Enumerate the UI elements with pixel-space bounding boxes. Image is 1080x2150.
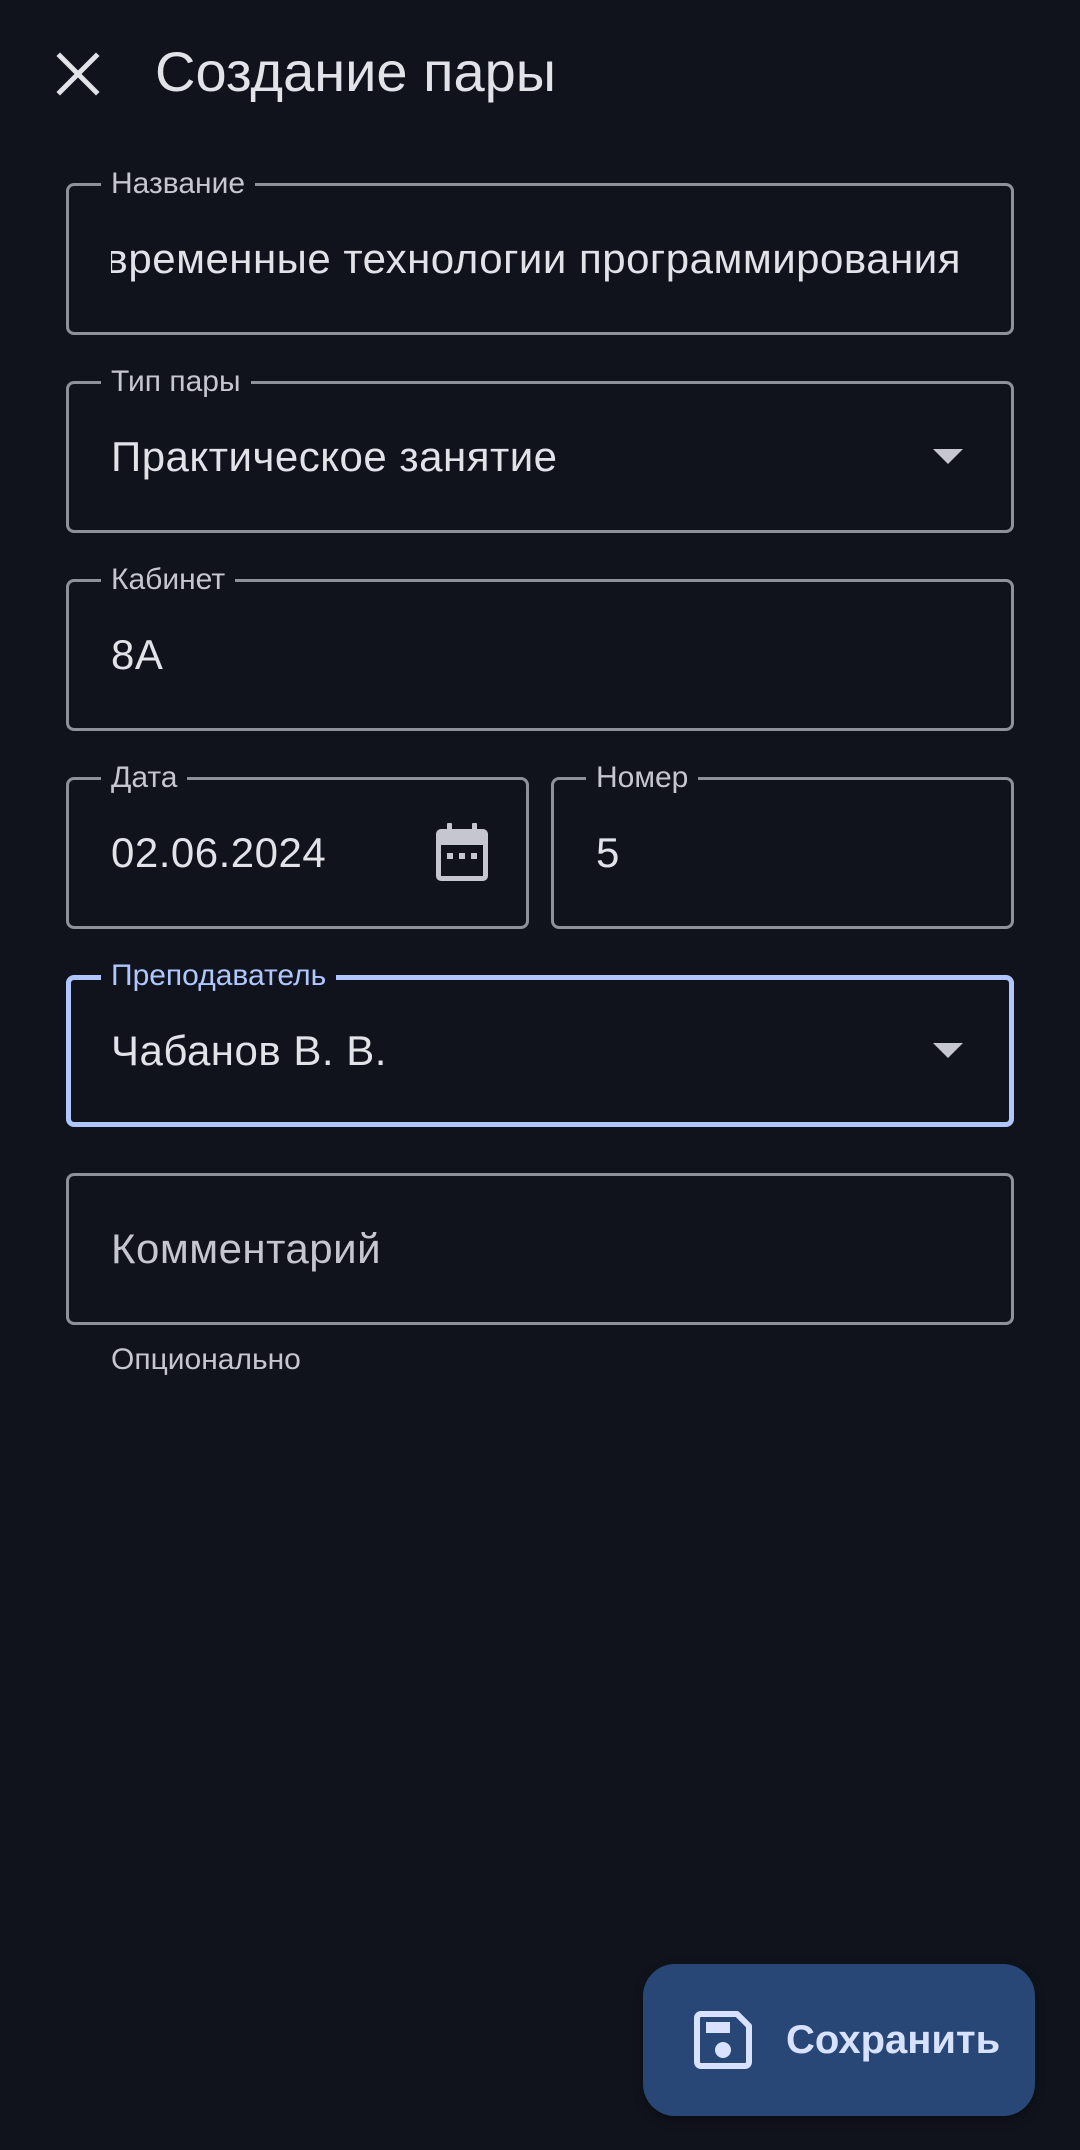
date-field-label: Дата [101, 758, 188, 798]
close-icon [56, 52, 100, 96]
room-input-value[interactable]: 8А [111, 629, 163, 681]
number-input-value[interactable]: 5 [596, 827, 620, 879]
name-field[interactable]: Название Современные технологии программ… [66, 164, 1014, 335]
pair-type-value: Практическое занятие [111, 433, 558, 480]
calendar-icon[interactable] [434, 823, 490, 883]
save-button-label: Сохранить [786, 2018, 1001, 2062]
room-field[interactable]: Кабинет 8А [66, 560, 1014, 731]
dropdown-arrow-icon[interactable] [933, 1043, 963, 1058]
comment-field[interactable]: Комментарий [66, 1173, 1014, 1325]
number-field[interactable]: Номер 5 [551, 758, 1014, 929]
save-button[interactable]: Сохранить [643, 1964, 1035, 2116]
comment-supporting-text: Опционально [111, 1343, 301, 1376]
pair-type-label: Тип пары [101, 362, 251, 402]
dropdown-arrow-icon[interactable] [933, 449, 963, 464]
top-app-bar: Создание пары [0, 0, 1080, 150]
comment-placeholder[interactable]: Комментарий [111, 1223, 381, 1275]
room-field-label: Кабинет [101, 560, 236, 600]
teacher-value: Чабанов В. В. [111, 1027, 387, 1074]
teacher-select[interactable]: Преподаватель Чабанов В. В. [66, 956, 1014, 1127]
teacher-label: Преподаватель [101, 956, 337, 996]
name-input-value[interactable]: Современные технологии программирования [111, 233, 961, 285]
date-field[interactable]: Дата 02.06.2024 [66, 758, 529, 929]
date-input-value[interactable]: 02.06.2024 [111, 827, 326, 879]
save-icon [694, 2011, 752, 2069]
name-field-viewport: Современные технологии программирования [111, 186, 961, 332]
pair-type-select[interactable]: Тип пары Практическое занятие [66, 362, 1014, 533]
close-button[interactable] [40, 36, 116, 112]
number-field-label: Номер [586, 758, 699, 798]
page-title: Создание пары [155, 40, 556, 103]
